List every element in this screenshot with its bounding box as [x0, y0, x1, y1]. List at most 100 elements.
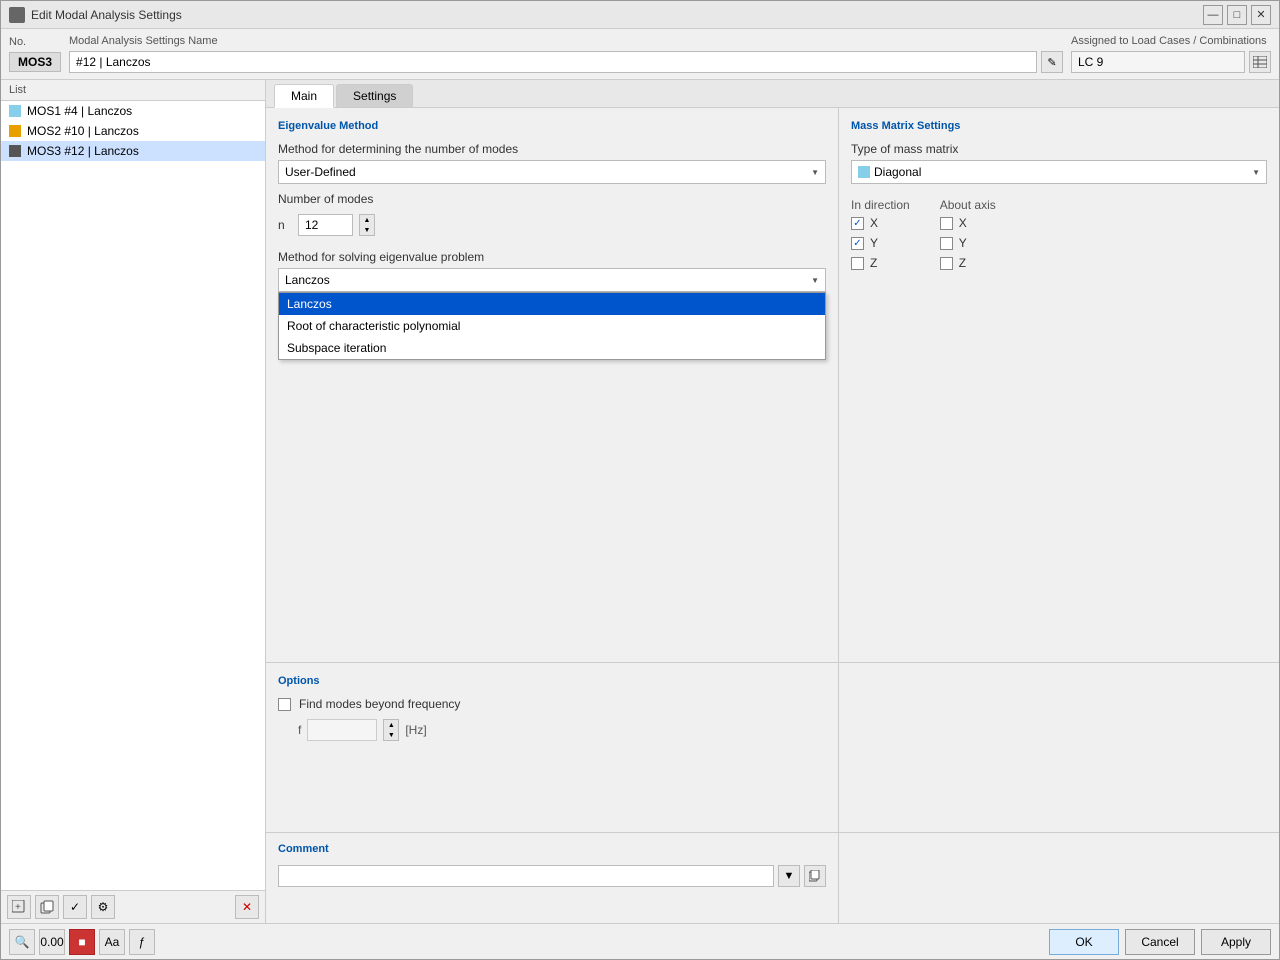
direction-area: In direction ✓ X ✓ Y — [851, 198, 1267, 276]
comment-right-panel — [839, 833, 1279, 923]
maximize-button[interactable]: □ — [1227, 5, 1247, 25]
comment-dropdown-btn[interactable]: ▼ — [778, 865, 800, 887]
axis-y-row: Y — [940, 236, 996, 250]
mass-type-dropdown[interactable]: Diagonal ▼ — [851, 160, 1267, 184]
settings-button[interactable]: ⚙ — [91, 895, 115, 919]
check-button[interactable]: ✓ — [63, 895, 87, 919]
cancel-button[interactable]: Cancel — [1125, 929, 1195, 955]
item-label-mos1: MOS1 #4 | Lanczos — [27, 104, 132, 118]
dir-x-checkbox[interactable]: ✓ — [851, 217, 864, 230]
search-tool-button[interactable]: 🔍 — [9, 929, 35, 955]
assigned-input — [1071, 51, 1245, 73]
main-window: Edit Modal Analysis Settings — □ ✕ No. M… — [0, 0, 1280, 960]
name-input[interactable] — [69, 51, 1037, 73]
dir-y-label: Y — [870, 236, 878, 250]
tabs-bar: Main Settings — [266, 80, 1279, 108]
tab-settings[interactable]: Settings — [336, 84, 413, 107]
diagonal-color — [858, 166, 870, 178]
svg-text:+: + — [15, 902, 21, 913]
n-label: n — [278, 218, 292, 232]
n-spinner: ▲ ▼ — [359, 214, 375, 236]
item-color-mos2 — [9, 125, 21, 137]
f-label: f — [298, 723, 301, 737]
axis-x-checkbox[interactable] — [940, 217, 953, 230]
method-arrow: ▼ — [811, 168, 819, 177]
sidebar-toolbar: + ✓ ⚙ ✕ — [1, 890, 265, 923]
body-layout: List MOS1 #4 | Lanczos MOS2 #10 | Lanczo… — [1, 80, 1279, 923]
axis-z-checkbox[interactable] — [940, 257, 953, 270]
method-value: User-Defined — [285, 165, 356, 179]
assigned-section: Assigned to Load Cases / Combinations — [1071, 35, 1271, 73]
sidebar: List MOS1 #4 | Lanczos MOS2 #10 | Lanczo… — [1, 80, 266, 923]
diagonal-arrow: ▼ — [1252, 168, 1260, 177]
method-label: Method for determining the number of mod… — [278, 142, 826, 156]
dir-z-row: Z — [851, 256, 910, 270]
copy-item-button[interactable] — [35, 895, 59, 919]
list-item-selected[interactable]: MOS3 #12 | Lanczos — [1, 141, 265, 161]
bottom-right-buttons: OK Cancel Apply — [1049, 929, 1271, 955]
freq-increment: ▲ — [384, 720, 398, 730]
color-tool-button[interactable]: ■ — [69, 929, 95, 955]
delete-item-button[interactable]: ✕ — [235, 895, 259, 919]
solve-arrow: ▼ — [811, 276, 819, 285]
name-edit-button[interactable]: ✎ — [1041, 51, 1063, 73]
num-modes-row: Number of modes — [278, 192, 826, 206]
list-item[interactable]: MOS1 #4 | Lanczos — [1, 101, 265, 121]
solve-option-root[interactable]: Root of characteristic polynomial — [279, 315, 825, 337]
dir-x-row: ✓ X — [851, 216, 910, 230]
options-panels-row: Options Find modes beyond frequency f ▲ — [266, 663, 1279, 833]
about-axis-col: About axis X Y — [940, 198, 996, 276]
method-dropdown[interactable]: User-Defined ▼ — [278, 160, 826, 184]
axis-z-label: Z — [959, 256, 966, 270]
solve-value: Lanczos — [285, 273, 330, 287]
add-icon: + — [12, 900, 26, 914]
comment-input[interactable] — [278, 865, 774, 887]
options-panel: Options Find modes beyond frequency f ▲ — [266, 663, 839, 832]
mass-matrix-title: Mass Matrix Settings — [851, 120, 1267, 132]
dir-y-checkbox[interactable]: ✓ — [851, 237, 864, 250]
solve-option-lanczos[interactable]: Lanczos — [279, 293, 825, 315]
formula-tool-button[interactable]: ƒ — [129, 929, 155, 955]
axis-x-label: X — [959, 216, 967, 230]
in-direction-header: In direction — [851, 198, 910, 212]
solve-dropdown[interactable]: Lanczos ▼ — [278, 268, 826, 292]
apply-button[interactable]: Apply — [1201, 929, 1271, 955]
n-increment[interactable]: ▲ — [360, 215, 374, 225]
diagonal-text: Diagonal — [874, 165, 1248, 179]
add-item-button[interactable]: + — [7, 895, 31, 919]
content-area: Main Settings Eigenvalue Method Method f… — [266, 80, 1279, 923]
assigned-table-button[interactable] — [1249, 51, 1271, 73]
list-item[interactable]: MOS2 #10 | Lanczos — [1, 121, 265, 141]
item-color-mos3 — [9, 145, 21, 157]
eigenvalue-panel: Eigenvalue Method Method for determining… — [266, 108, 839, 662]
comment-input-row: ▼ — [278, 865, 826, 887]
solve-option-subspace[interactable]: Subspace iteration — [279, 337, 825, 359]
axis-y-checkbox[interactable] — [940, 237, 953, 250]
minimize-button[interactable]: — — [1203, 5, 1223, 25]
tab-main[interactable]: Main — [274, 84, 334, 108]
mass-type-label: Type of mass matrix — [851, 142, 1267, 156]
n-input-row: n ▲ ▼ — [278, 214, 826, 236]
window-title: Edit Modal Analysis Settings — [31, 8, 1203, 22]
options-title: Options — [278, 675, 826, 687]
name-section: Modal Analysis Settings Name ✎ — [69, 35, 1063, 73]
font-tool-button[interactable]: Aa — [99, 929, 125, 955]
name-input-row: ✎ — [69, 51, 1063, 73]
dir-z-label: Z — [870, 256, 877, 270]
find-modes-row: Find modes beyond frequency — [278, 697, 826, 711]
close-button[interactable]: ✕ — [1251, 5, 1271, 25]
bottom-toolbar: 🔍 0.00 ■ Aa ƒ OK Cancel Apply — [1, 923, 1279, 959]
comment-copy-btn[interactable] — [804, 865, 826, 887]
freq-decrement: ▼ — [384, 730, 398, 740]
dir-z-checkbox[interactable] — [851, 257, 864, 270]
find-modes-label: Find modes beyond frequency — [299, 697, 460, 711]
decimal-tool-button[interactable]: 0.00 — [39, 929, 65, 955]
item-label-mos2: MOS2 #10 | Lanczos — [27, 124, 139, 138]
n-decrement[interactable]: ▼ — [360, 225, 374, 235]
copy-icon — [40, 900, 54, 914]
ok-button[interactable]: OK — [1049, 929, 1119, 955]
freq-input — [307, 719, 377, 741]
n-input[interactable] — [298, 214, 353, 236]
panels-area: Eigenvalue Method Method for determining… — [266, 108, 1279, 923]
find-modes-checkbox[interactable] — [278, 698, 291, 711]
